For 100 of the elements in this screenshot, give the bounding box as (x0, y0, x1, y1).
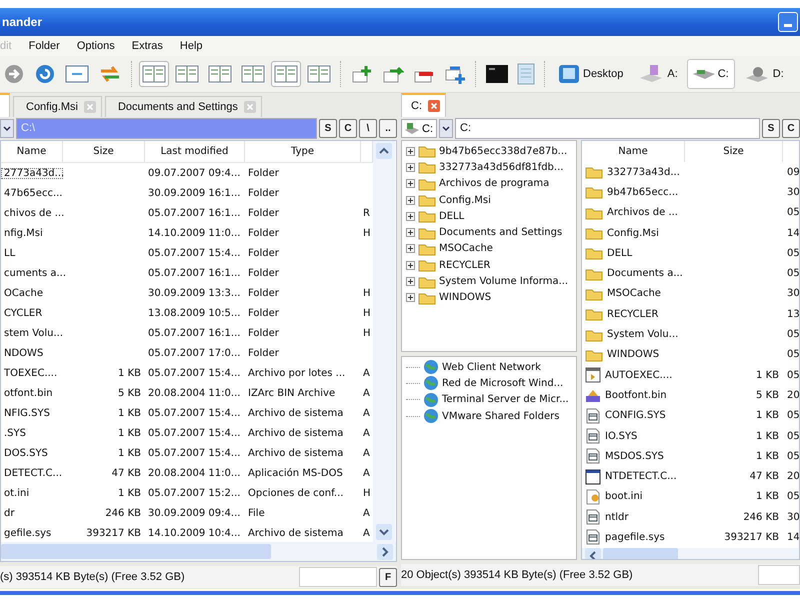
dropdown-button[interactable] (0, 119, 14, 138)
file-name[interactable]: CONFIG.SYS (605, 410, 666, 422)
expand-icon[interactable] (406, 244, 415, 254)
column-header[interactable]: Size (685, 141, 783, 162)
column-header[interactable]: Last modified (145, 141, 245, 162)
scroll-up-icon[interactable] (376, 143, 392, 159)
network-item[interactable]: Web Client Network (442, 362, 541, 373)
filter-button[interactable]: F (379, 568, 397, 586)
file-name[interactable]: 9b47b65ecc... (607, 186, 678, 198)
file-name[interactable]: DELL (607, 248, 632, 259)
filter-field[interactable] (758, 565, 800, 585)
menu-item[interactable]: Extras (132, 40, 163, 52)
column-header[interactable]: Name (1, 141, 63, 162)
expand-icon[interactable] (406, 146, 415, 156)
file-name[interactable]: Documents a... (607, 268, 683, 280)
file-name[interactable]: DETECT.C... (1, 468, 63, 478)
file-name[interactable]: OCache (1, 288, 63, 298)
drive-button[interactable]: C: (686, 59, 735, 89)
file-name[interactable]: CYCLER (1, 308, 63, 318)
file-name[interactable]: stem Volu... (1, 328, 63, 338)
tree-item[interactable]: RECYCLER (439, 260, 490, 271)
terminal-icon[interactable] (483, 62, 511, 86)
layout-button[interactable] (271, 61, 301, 87)
file-name[interactable]: dr (1, 508, 63, 518)
drive-button[interactable]: D: (738, 59, 790, 89)
drive-tab[interactable]: C: (401, 93, 446, 117)
horizontal-scrollbar[interactable] (0, 542, 397, 562)
file-name[interactable]: Bootfont.bin (605, 390, 667, 401)
tree-item[interactable]: DELL (439, 210, 464, 222)
menu-item[interactable]: Options (76, 40, 115, 52)
tree-item[interactable]: WINDOWS (439, 292, 492, 304)
file-name[interactable]: NDOWS (1, 348, 63, 358)
expand-icon[interactable] (406, 260, 415, 270)
file-name[interactable]: IO.SYS (605, 430, 638, 442)
close-icon[interactable] (428, 100, 440, 112)
layout-button[interactable] (139, 61, 169, 87)
tree-item[interactable]: System Volume Informa... (439, 276, 568, 288)
file-name[interactable]: NFIG.SYS (1, 408, 63, 418)
path-button[interactable]: S (319, 119, 337, 138)
path-button[interactable]: S (762, 119, 780, 138)
minimize-button[interactable] (778, 12, 798, 32)
file-name[interactable]: DOS.SYS (1, 448, 63, 458)
file-name[interactable]: chivos de ... (1, 208, 63, 218)
file-name[interactable]: WINDOWS (607, 349, 660, 360)
file-name[interactable]: NTDETECT.C... (605, 471, 677, 482)
file-name[interactable]: otfont.bin (1, 388, 63, 398)
tree-item[interactable]: Archivos de programa (439, 178, 550, 190)
file-name[interactable]: gefile.sys (1, 528, 63, 538)
path-button[interactable]: C (339, 119, 357, 138)
menu-item[interactable]: Help (180, 40, 203, 52)
horizontal-scrollbar[interactable] (582, 548, 799, 559)
network-item[interactable]: VMware Shared Folders (442, 410, 560, 422)
path-button[interactable]: C (782, 119, 800, 138)
tree-item[interactable]: 332773a43d56df81fdb... (439, 162, 564, 173)
tree-item[interactable]: Documents and Settings (439, 227, 562, 238)
file-name[interactable]: cuments a... (1, 268, 63, 278)
path-button[interactable]: .. (379, 119, 397, 138)
column-header[interactable]: Name (582, 141, 685, 162)
filter-field[interactable] (299, 567, 377, 587)
expand-icon[interactable] (406, 179, 415, 188)
scroll-right-icon[interactable] (377, 544, 393, 560)
file-name[interactable]: MSOCache (607, 288, 661, 300)
file-name[interactable]: Archivos de ... (607, 207, 678, 218)
file-name[interactable]: Config.Msi (607, 228, 659, 239)
drive-button[interactable]: A: (632, 59, 684, 89)
network-item[interactable]: Terminal Server de Micr... (442, 394, 569, 406)
expand-icon[interactable] (406, 162, 415, 172)
expand-icon[interactable] (406, 228, 415, 238)
file-name[interactable]: LL (1, 248, 63, 258)
column-header[interactable]: Size (63, 141, 145, 162)
drive-button[interactable]: Desktop (552, 59, 630, 89)
drive-select[interactable]: C: (401, 119, 437, 138)
file-name[interactable]: ntldr (605, 512, 628, 523)
file-name[interactable]: 332773a43d... (607, 166, 680, 178)
file-name[interactable]: ot.ini (1, 488, 63, 498)
vertical-scrollbar[interactable] (373, 141, 395, 542)
folder-tab[interactable]: Config.Msi (13, 96, 102, 117)
file-name[interactable]: System Volu... (607, 329, 678, 340)
file-name[interactable]: 47b65ecc... (1, 188, 63, 198)
network-item[interactable]: Red de Microsoft Wind... (442, 378, 564, 389)
file-name[interactable]: AUTOEXEC.... (605, 370, 672, 381)
path-field[interactable]: C: (455, 118, 760, 139)
expand-icon[interactable] (406, 196, 415, 205)
file-name[interactable]: RECYCLER (607, 308, 658, 320)
file-name[interactable]: .SYS (1, 428, 63, 438)
scroll-down-icon[interactable] (376, 524, 392, 540)
file-name[interactable]: nfig.Msi (1, 228, 63, 238)
path-button[interactable]: \ (359, 119, 377, 138)
tree-item[interactable]: MSOCache (439, 243, 493, 254)
dropdown-button[interactable] (439, 119, 453, 138)
scroll-left-icon[interactable] (585, 548, 601, 559)
file-name[interactable]: 2773a43d... (1, 168, 63, 178)
file-name[interactable]: TOEXEC.... (1, 368, 63, 378)
column-header[interactable]: Type (245, 141, 361, 162)
folder-tab[interactable]: Documents and Settings (104, 96, 262, 117)
tree-item[interactable]: 9b47b65ecc338d7e87b... (439, 146, 568, 157)
menu-item[interactable]: Folder (28, 40, 60, 52)
file-name[interactable]: MSDOS.SYS (605, 450, 664, 462)
expand-icon[interactable] (406, 212, 415, 221)
file-name[interactable]: boot.ini (605, 491, 643, 502)
